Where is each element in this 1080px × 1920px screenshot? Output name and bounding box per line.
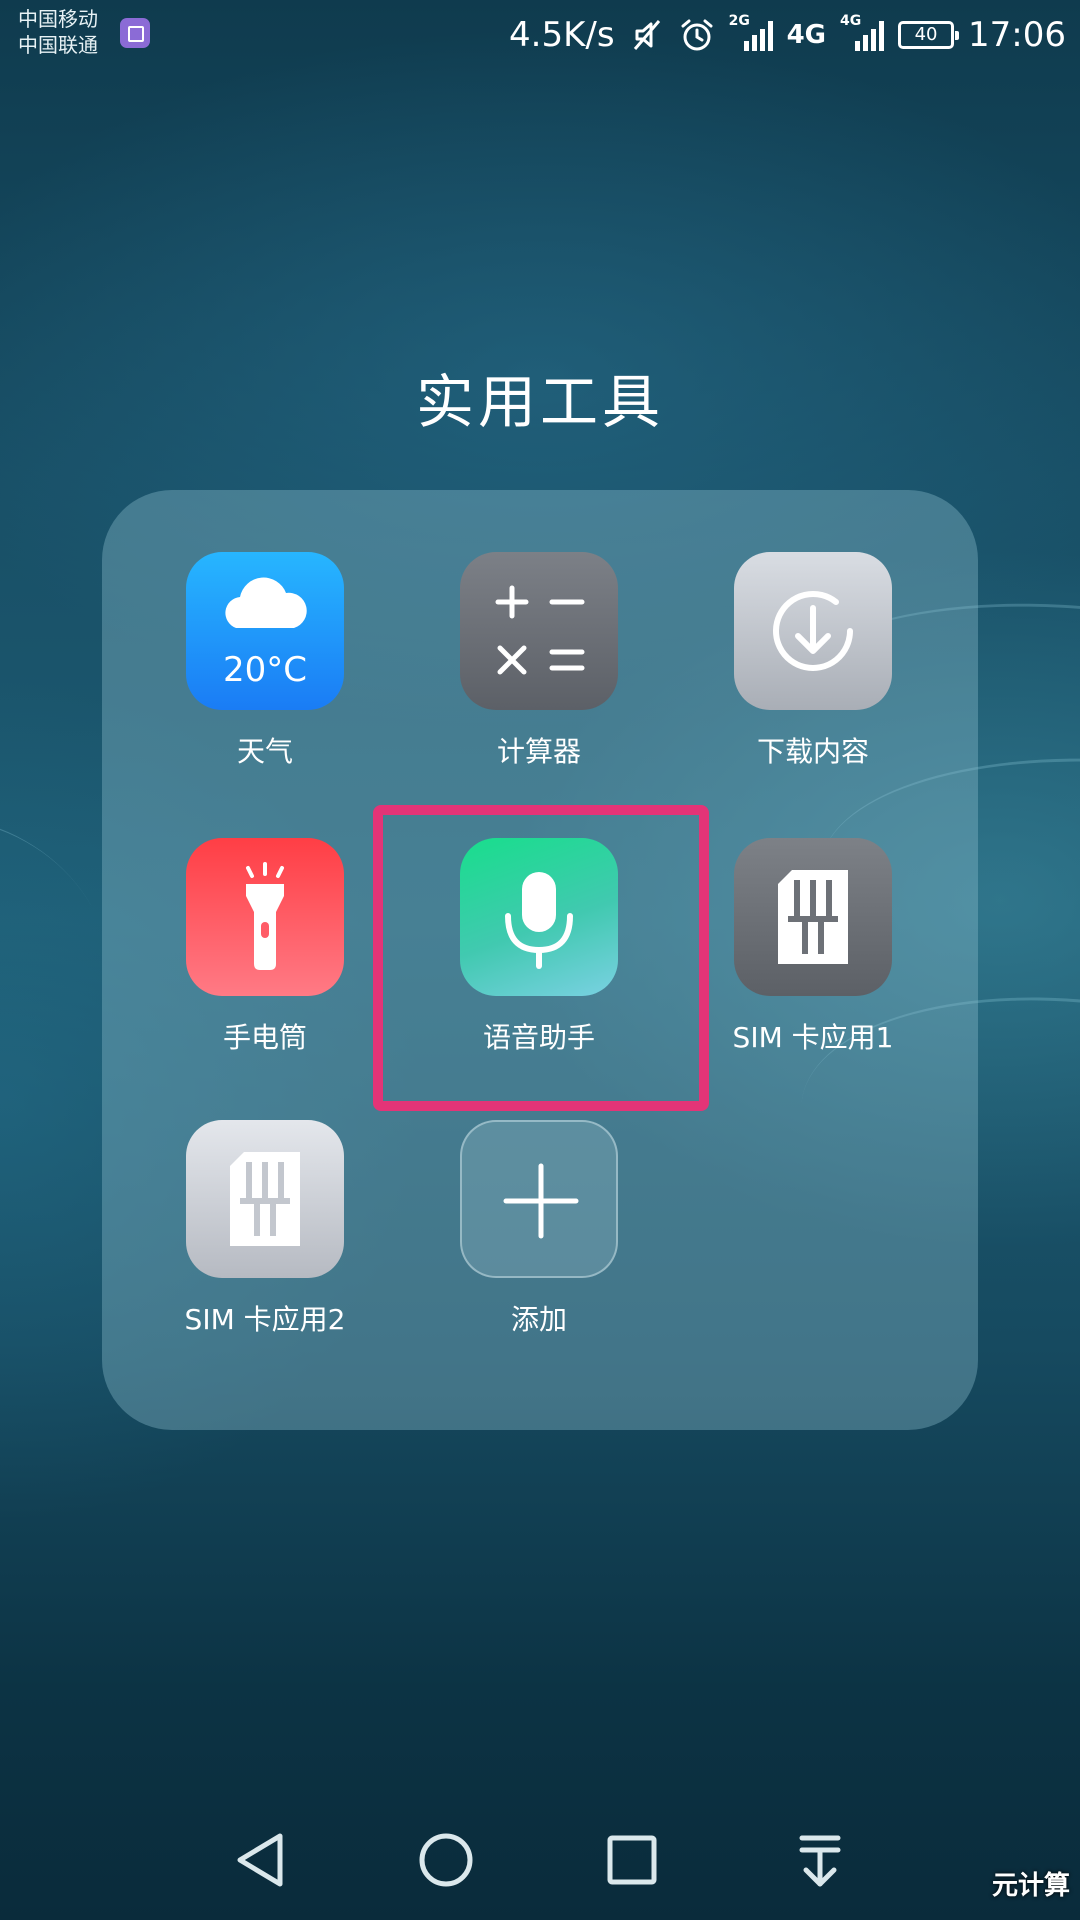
app-sim-2[interactable]: SIM 卡应用2 (135, 1120, 395, 1338)
weather-temperature: 20°C (222, 650, 307, 690)
recents-button[interactable] (572, 1800, 692, 1920)
back-icon (237, 1833, 283, 1887)
clock: 17:06 (968, 15, 1066, 55)
home-button[interactable] (386, 1800, 506, 1920)
gallery-notification-icon (120, 18, 150, 48)
app-label: 下载内容 (756, 735, 869, 768)
battery-icon: 40 (898, 21, 960, 49)
app-label: 手电筒 (222, 1021, 307, 1054)
app-sim-1[interactable]: SIM 卡应用1 (683, 838, 943, 1056)
notification-pull-button[interactable] (760, 1800, 880, 1920)
app-label: SIM 卡应用1 (732, 1021, 894, 1054)
app-label: 计算器 (496, 735, 581, 768)
app-downloads[interactable]: 下载内容 (683, 552, 943, 770)
app-weather[interactable]: 20°C 天气 (135, 552, 395, 770)
app-label: SIM 卡应用2 (184, 1303, 346, 1336)
app-flashlight[interactable]: 手电筒 (135, 838, 395, 1056)
signal-strength-2-icon: 4G (840, 13, 885, 55)
back-button[interactable] (200, 1800, 320, 1920)
status-indicators: 4.5K/s 2G 4G 4G 40 17:06 (509, 8, 1066, 62)
home-screen: 中国移动 中国联通 4.5K/s 2G 4G 4G 40 17:06 实用工具 … (0, 0, 1080, 1920)
app-label: 添加 (510, 1303, 567, 1336)
network-type: 4G (786, 20, 827, 50)
mute-icon (633, 20, 660, 50)
network-speed: 4.5K/s (509, 15, 615, 55)
sim-card-icon (734, 838, 892, 996)
calculator-icon (460, 552, 618, 710)
status-bar: 中国移动 中国联通 4.5K/s 2G 4G 4G 40 17:06 (0, 0, 1080, 70)
add-app-button[interactable]: 添加 (409, 1120, 669, 1338)
navigation-bar (0, 1800, 1080, 1920)
recents-icon (607, 1835, 657, 1885)
app-calculator[interactable]: 计算器 (409, 552, 669, 770)
sim-card-icon (186, 1120, 344, 1278)
signal-strength-1-icon: 2G (729, 13, 773, 55)
flashlight-icon (186, 838, 344, 996)
alarm-icon (681, 19, 713, 51)
carrier-1: 中国移动 (18, 7, 98, 31)
weather-icon: 20°C (186, 552, 344, 710)
home-icon (419, 1833, 473, 1887)
watermark-text: 元计算 (991, 1871, 1070, 1901)
carrier-info: 中国移动 中国联通 (18, 6, 98, 58)
battery-level: 40 (914, 24, 938, 45)
highlight-box (373, 805, 709, 1111)
carrier-2: 中国联通 (18, 33, 98, 57)
folder-title[interactable]: 实用工具 (0, 355, 1080, 439)
download-icon (734, 552, 892, 710)
plus-icon (460, 1120, 618, 1278)
pull-down-icon (799, 1835, 841, 1887)
app-label: 天气 (236, 735, 293, 768)
